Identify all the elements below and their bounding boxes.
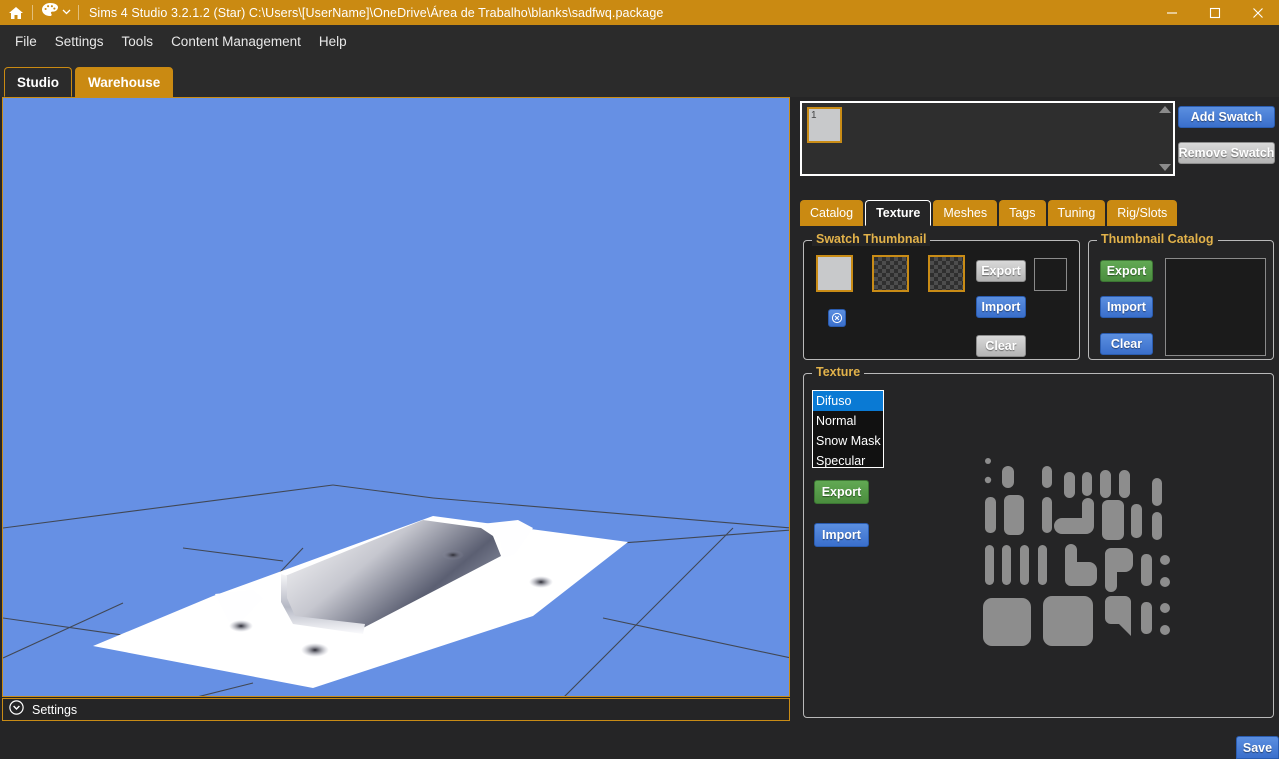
tab-tags[interactable]: Tags <box>999 200 1046 226</box>
thumbnail-checker-2[interactable] <box>928 255 965 292</box>
swatch-list-scrollbar[interactable] <box>1158 103 1172 174</box>
scroll-up-arrow-icon[interactable] <box>1159 106 1171 113</box>
swatch-thumbnail-legend: Swatch Thumbnail <box>812 232 931 246</box>
circle-x-icon[interactable] <box>828 309 846 327</box>
tab-tuning[interactable]: Tuning <box>1047 200 1106 226</box>
tab-texture[interactable]: Texture <box>865 200 932 226</box>
menu-item-tools[interactable]: Tools <box>113 30 163 53</box>
thumbnail-catalog-preview <box>1165 258 1266 356</box>
close-button[interactable] <box>1236 0 1279 25</box>
maximize-button[interactable] <box>1193 0 1236 25</box>
texture-list-item-normal[interactable]: Normal <box>813 411 883 431</box>
menu-item-content-management[interactable]: Content Management <box>162 30 310 53</box>
texture-uv-preview[interactable] <box>969 442 1189 662</box>
main-tab-bar: Studio Warehouse <box>0 57 1279 97</box>
thumbnail-catalog-clear-button[interactable]: Clear <box>1100 333 1153 355</box>
texture-export-button[interactable]: Export <box>814 480 869 504</box>
palette-icon <box>41 2 59 23</box>
footer-bar <box>0 737 1279 759</box>
texture-list-item-specular[interactable]: Specular <box>813 451 883 467</box>
swatch-thumbnail-group: Swatch Thumbnail Export Import Clear <box>803 232 1080 360</box>
title-bar: Sims 4 Studio 3.2.1.2 (Star) C:\Users\[U… <box>0 0 1279 25</box>
tab-catalog[interactable]: Catalog <box>800 200 864 226</box>
texture-legend: Texture <box>812 365 865 379</box>
texture-import-button[interactable]: Import <box>814 523 869 547</box>
menu-item-file[interactable]: File <box>6 30 46 53</box>
tab-studio[interactable]: Studio <box>4 67 72 97</box>
application-window: Sims 4 Studio 3.2.1.2 (Star) C:\Users\[U… <box>0 0 1279 759</box>
right-panel: 1 Add Swatch Remove Swatch Catalog Textu… <box>795 97 1279 737</box>
chevron-down-icon <box>61 4 72 22</box>
add-swatch-button[interactable]: Add Swatch <box>1178 106 1275 128</box>
window-controls <box>1150 0 1279 25</box>
swatch-thumbnail-import-button[interactable]: Import <box>976 296 1026 318</box>
window-title: Sims 4 Studio 3.2.1.2 (Star) C:\Users\[U… <box>89 5 664 20</box>
swatch-list[interactable]: 1 <box>800 101 1175 176</box>
swatch-item[interactable]: 1 <box>807 107 842 143</box>
menu-item-settings[interactable]: Settings <box>46 30 113 53</box>
thumbnail-catalog-group: Thumbnail Catalog Export Import Clear <box>1088 232 1274 360</box>
viewport-settings-bar[interactable]: Settings <box>2 698 790 721</box>
swatch-thumbnail-export-button[interactable]: Export <box>976 260 1026 282</box>
save-button[interactable]: Save <box>1236 736 1279 759</box>
texture-list-item-snow-mask[interactable]: Snow Mask <box>813 431 883 451</box>
minimize-button[interactable] <box>1150 0 1193 25</box>
tab-warehouse[interactable]: Warehouse <box>75 67 174 97</box>
menu-bar: File Settings Tools Content Management H… <box>0 25 1279 57</box>
mesh-preview <box>93 516 628 688</box>
texture-type-list[interactable]: Difuso Normal Snow Mask Specular <box>812 390 884 468</box>
texture-list-item-difuso[interactable]: Difuso <box>813 391 883 411</box>
3d-viewport[interactable]: F L <box>2 97 790 697</box>
tab-rig-slots[interactable]: Rig/Slots <box>1107 200 1178 226</box>
section-tab-bar: Catalog Texture Meshes Tags Tuning Rig/S… <box>800 198 1274 226</box>
title-bar-left-icons <box>0 0 79 25</box>
home-icon[interactable] <box>0 0 32 25</box>
toolbar-divider-2 <box>78 5 79 20</box>
swatch-thumbnail-clear-button[interactable]: Clear <box>976 335 1026 357</box>
thumbnail-catalog-export-button[interactable]: Export <box>1100 260 1153 282</box>
palette-dropdown-button[interactable] <box>33 0 78 25</box>
swatch-thumbnail-preview <box>1034 258 1067 291</box>
thumbnail-plain[interactable] <box>816 255 853 292</box>
texture-group: Texture Difuso Normal Snow Mask Specular… <box>803 365 1274 718</box>
scroll-down-arrow-icon[interactable] <box>1159 164 1171 171</box>
remove-swatch-button[interactable]: Remove Swatch <box>1178 142 1275 164</box>
thumbnail-catalog-import-button[interactable]: Import <box>1100 296 1153 318</box>
thumbnail-catalog-legend: Thumbnail Catalog <box>1097 232 1218 246</box>
thumbnail-checker-1[interactable] <box>872 255 909 292</box>
chevron-down-circle-icon[interactable] <box>9 699 24 720</box>
settings-label: Settings <box>32 702 78 717</box>
menu-item-help[interactable]: Help <box>310 30 356 53</box>
tab-meshes[interactable]: Meshes <box>933 200 998 226</box>
